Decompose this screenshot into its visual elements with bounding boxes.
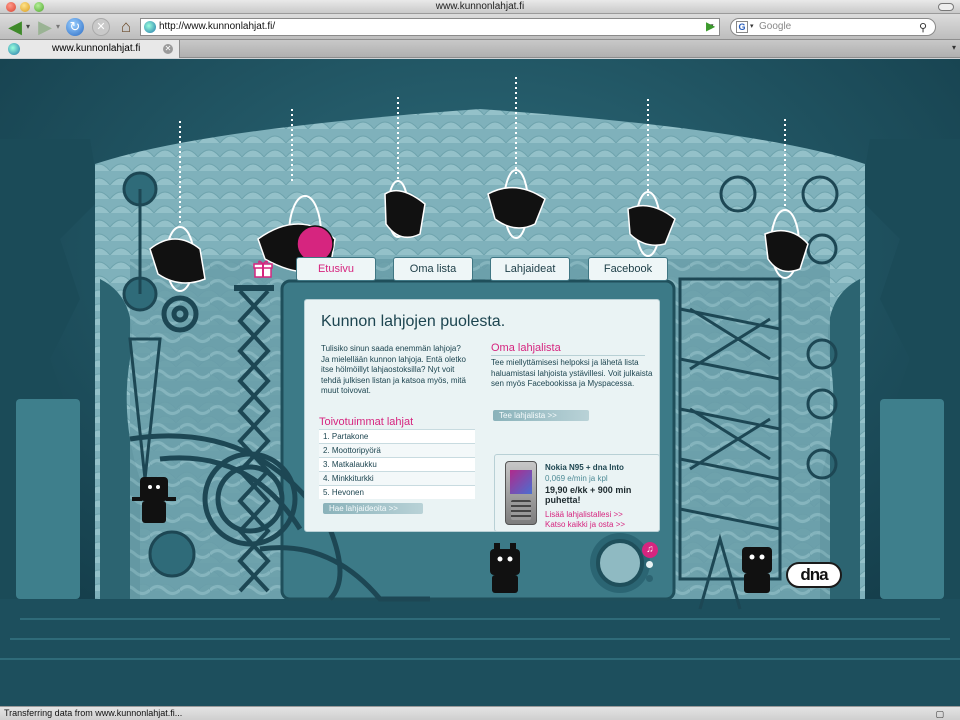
back-history-dropdown-icon[interactable]: ▾	[24, 17, 32, 37]
stop-icon[interactable]: ✕	[92, 17, 112, 37]
promo-panel: Nokia N95 + dna Into 0,069 e/min ja kpl …	[494, 454, 660, 532]
magnifier-icon[interactable]: ⚲	[919, 20, 931, 34]
nav-tab-lahjaideat[interactable]: Lahjaideat	[490, 257, 570, 281]
forward-history-dropdown-icon[interactable]: ▾	[54, 17, 62, 37]
tab-active[interactable]: www.kunnonlahjat.fi ✕	[0, 40, 180, 58]
own-list-divider	[491, 355, 645, 356]
promo-price: 19,90 e/kk + 900 min puhetta!	[545, 485, 632, 505]
phone-keypad	[511, 500, 531, 520]
address-bar[interactable]: http://www.kunnonlahjat.fi/ ▼	[140, 18, 720, 36]
nav-tab-etusivu[interactable]: Etusivu	[296, 257, 376, 281]
minimize-window-button[interactable]	[20, 2, 30, 12]
search-placeholder: Google	[759, 21, 792, 32]
close-window-button[interactable]	[6, 2, 16, 12]
page-dot[interactable]	[646, 575, 653, 582]
tab-bar: www.kunnonlahjat.fi ✕ ▾	[0, 40, 960, 58]
tab-close-icon[interactable]: ✕	[163, 44, 173, 54]
window-titlebar: www.kunnonlahjat.fi	[0, 0, 960, 14]
google-engine-icon[interactable]: G	[736, 21, 748, 33]
music-note-icon[interactable]: ♫	[642, 542, 658, 558]
see-all-and-buy-link[interactable]: Katso kaikki ja osta >>	[545, 520, 625, 529]
intro-text: Tulisiko sinun saada enemmän lahjoja? Ja…	[321, 344, 466, 395]
tab-label: www.kunnonlahjat.fi	[52, 43, 141, 54]
tab-favicon-icon	[8, 43, 20, 55]
status-bar: Transferring data from www.kunnonlahjat.…	[0, 706, 960, 720]
status-text: Transferring data from www.kunnonlahjat.…	[4, 708, 183, 718]
add-to-gift-list-link[interactable]: Lisää lahjalistallesi >>	[545, 510, 623, 519]
favorites-list-item[interactable]: 5. Hevonen	[319, 485, 475, 499]
reload-icon[interactable]: ↻	[66, 17, 86, 37]
gift-icon[interactable]	[253, 259, 273, 279]
navigation-toolbar: ◀ ▾ ▶ ▾ ↻ ✕ ⌂ http://www.kunnonlahjat.fi…	[0, 14, 960, 40]
search-gift-ideas-button[interactable]: Hae lahjaideoita >>	[323, 503, 423, 514]
favorites-list: 1. Partakone 2. Moottoripyörä 3. Matkala…	[319, 429, 475, 499]
create-gift-list-button[interactable]: Tee lahjalista >>	[493, 410, 589, 421]
favorites-list-item[interactable]: 3. Matkalaukku	[319, 457, 475, 471]
search-engine-dropdown-icon[interactable]: ▾	[750, 19, 754, 35]
favorites-list-item[interactable]: 1. Partakone	[319, 429, 475, 443]
dna-logo[interactable]: dna	[786, 562, 842, 588]
nav-tab-facebook[interactable]: Facebook	[588, 257, 668, 281]
promo-rate: 0,069 e/min ja kpl	[545, 474, 608, 483]
favorites-list-item[interactable]: 4. Minkkiturkki	[319, 471, 475, 485]
tab-list-dropdown-icon[interactable]: ▾	[952, 43, 956, 52]
site-favicon-icon	[144, 21, 156, 33]
phone-image[interactable]	[505, 461, 537, 525]
home-icon[interactable]: ⌂	[116, 17, 136, 37]
own-list-heading: Oma lahjalista	[491, 342, 561, 354]
own-list-text: Tee miellyttämisesi helpoksi ja lähetä l…	[491, 358, 653, 388]
phone-screen	[510, 470, 532, 494]
forward-arrow-icon[interactable]: ▶	[34, 17, 56, 37]
favorites-list-item[interactable]: 2. Moottoripyörä	[319, 443, 475, 457]
status-indicator-icon: ▢	[935, 709, 944, 719]
search-input[interactable]: G ▾ Google ⚲	[730, 18, 936, 36]
address-bar-url: http://www.kunnonlahjat.fi/	[159, 21, 276, 32]
zoom-window-button[interactable]	[34, 2, 44, 12]
page-heading: Kunnon lahjojen puolesta.	[321, 313, 506, 330]
nav-tab-oma-lista[interactable]: Oma lista	[393, 257, 473, 281]
web-page: Etusivu Oma lista Lahjaideat Facebook Ku…	[0, 59, 960, 706]
toolbar-toggle-button[interactable]	[938, 3, 954, 11]
page-dot-active[interactable]	[646, 561, 653, 568]
favorites-heading: Toivotuimmat lahjat	[319, 416, 414, 428]
go-arrow-icon[interactable]: ▶	[706, 19, 720, 35]
window-title: www.kunnonlahjat.fi	[435, 1, 525, 12]
promo-title: Nokia N95 + dna Into	[545, 463, 624, 472]
